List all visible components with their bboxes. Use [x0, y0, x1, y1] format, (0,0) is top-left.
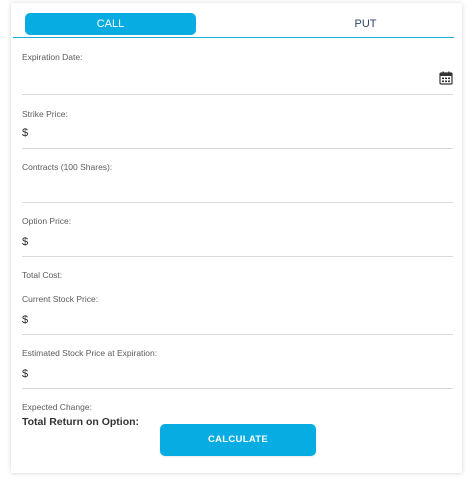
current-stock-price-label: Current Stock Price:	[22, 294, 99, 304]
expiration-date-label: Expiration Date:	[22, 52, 83, 62]
strike-price-label: Strike Price:	[22, 109, 68, 119]
option-price-input[interactable]: $	[22, 236, 453, 248]
expiration-date-input[interactable]	[22, 72, 453, 88]
tab-put[interactable]: PUT	[280, 13, 451, 35]
calendar-icon[interactable]	[439, 71, 453, 85]
option-price-label: Option Price:	[22, 216, 72, 226]
expected-change-label: Expected Change:	[22, 402, 92, 412]
divider	[22, 256, 453, 257]
divider	[22, 202, 453, 203]
current-stock-price-input[interactable]: $	[22, 314, 453, 326]
estimated-stock-price-label: Estimated Stock Price at Expiration:	[22, 348, 158, 358]
strike-price-input[interactable]: $	[22, 127, 453, 139]
calculate-button[interactable]: CALCULATE	[160, 424, 316, 456]
divider	[22, 388, 453, 389]
divider	[22, 334, 453, 335]
divider	[22, 148, 453, 149]
contracts-input[interactable]	[22, 180, 453, 196]
tab-call[interactable]: CALL	[25, 13, 196, 35]
total-cost-label: Total Cost:	[22, 270, 63, 280]
contracts-label: Contracts (100 Shares):	[22, 162, 113, 172]
divider	[22, 94, 453, 95]
estimated-stock-price-input[interactable]: $	[22, 368, 453, 380]
option-type-tabs: CALL PUT	[13, 13, 454, 38]
total-return-label: Total Return on Option:	[22, 416, 140, 428]
